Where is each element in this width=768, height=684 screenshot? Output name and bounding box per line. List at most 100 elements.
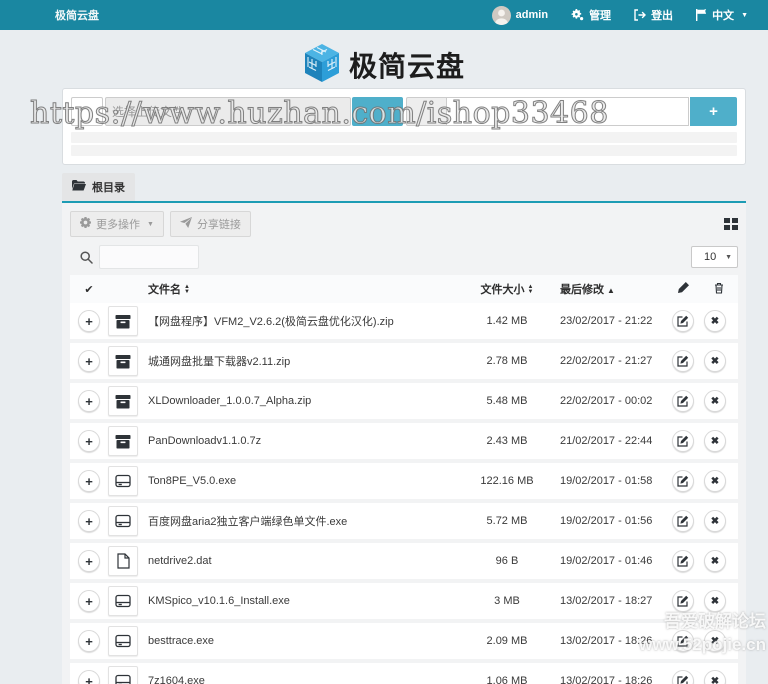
expand-row-button[interactable]: + — [78, 350, 100, 372]
file-type-button[interactable] — [108, 466, 138, 496]
expand-row-button[interactable]: + — [78, 630, 100, 652]
file-type-button[interactable] — [108, 386, 138, 416]
more-actions-button[interactable]: 更多操作 ▼ — [70, 211, 164, 237]
edit-file-button[interactable] — [672, 310, 694, 332]
close-icon: ✖ — [710, 555, 720, 567]
delete-file-button[interactable]: ✖ — [704, 470, 726, 492]
choose-files-button[interactable]: 选择上传文件 — [105, 97, 351, 126]
delete-file-button[interactable]: ✖ — [704, 630, 726, 652]
check-icon[interactable]: ✔ — [70, 283, 108, 296]
add-folder-button[interactable]: + — [690, 97, 737, 126]
file-modified: 21/02/2017 - 22:44 — [560, 435, 653, 447]
file-name-link[interactable]: PanDownloadv1.1.0.7z — [148, 435, 462, 447]
language-menu[interactable]: 中文 ▼ — [695, 7, 748, 23]
delete-file-button[interactable]: ✖ — [704, 350, 726, 372]
navbar-brand[interactable]: 极简云盘 — [55, 7, 99, 23]
edit-file-button[interactable] — [672, 590, 694, 612]
upload-counter-box — [71, 97, 103, 126]
file-type-button[interactable] — [108, 626, 138, 656]
file-name-link[interactable]: XLDownloader_1.0.0.7_Alpha.zip — [148, 395, 462, 407]
search-input[interactable] — [99, 245, 199, 269]
expand-row-button[interactable]: + — [78, 590, 100, 612]
close-icon: ✖ — [710, 395, 720, 407]
sort-icon: ▲ ▼ — [184, 284, 190, 296]
sort-asc-icon: ▲ — [607, 286, 615, 295]
send-icon — [179, 217, 192, 231]
upload-button[interactable] — [352, 97, 403, 126]
upload-queue-row — [71, 145, 737, 156]
file-modified: 22/02/2017 - 21:27 — [560, 355, 653, 367]
file-name-link[interactable]: netdrive2.dat — [148, 555, 462, 567]
edit-file-button[interactable] — [672, 470, 694, 492]
expand-row-button[interactable]: + — [78, 310, 100, 332]
expand-row-button[interactable]: + — [78, 510, 100, 532]
header-file-size[interactable]: 文件大小 ▲ ▼ — [462, 281, 552, 297]
upload-panel: 选择上传文件 + — [62, 88, 746, 165]
page-size-select[interactable]: 10 ▼ — [691, 246, 738, 268]
file-name-link[interactable]: 百度网盘aria2独立客户端绿色单文件.exe — [148, 513, 462, 529]
edit-file-button[interactable] — [672, 630, 694, 652]
drive-icon — [115, 514, 131, 528]
expand-row-button[interactable]: + — [78, 390, 100, 412]
file-name-link[interactable]: KMSpico_v10.1.6_Install.exe — [148, 595, 462, 607]
file-type-button[interactable] — [108, 306, 138, 336]
delete-file-button[interactable]: ✖ — [704, 390, 726, 412]
expand-row-button[interactable]: + — [78, 550, 100, 572]
manage-link[interactable]: 管理 — [570, 7, 611, 23]
file-type-button[interactable] — [108, 586, 138, 616]
delete-file-button[interactable]: ✖ — [704, 510, 726, 532]
file-name-link[interactable]: 城通网盘批量下载器v2.11.zip — [148, 353, 462, 369]
edit-file-button[interactable] — [672, 670, 694, 684]
new-folder-addon — [406, 97, 447, 126]
delete-file-button[interactable]: ✖ — [704, 550, 726, 572]
table-row: + besttrace.exe 2.09 MB 13/02/2017 - 18:… — [70, 623, 738, 659]
logout-icon — [633, 9, 647, 21]
header-file-name[interactable]: 文件名 ▲ ▼ — [148, 281, 462, 297]
search-icon — [80, 250, 93, 264]
delete-file-button[interactable]: ✖ — [704, 590, 726, 612]
table-row: + netdrive2.dat 96 B 19/02/2017 - 01:46 — [70, 543, 738, 579]
logo-section: 极简云盘 — [0, 30, 768, 88]
file-type-button[interactable] — [108, 546, 138, 576]
gears-icon — [570, 9, 584, 21]
file-type-button[interactable] — [108, 506, 138, 536]
archive-icon — [115, 394, 131, 409]
share-link-button[interactable]: 分享链接 — [169, 211, 251, 237]
file-size: 5.48 MB — [486, 395, 528, 407]
drive-icon — [115, 474, 131, 488]
file-icon — [116, 553, 130, 569]
file-name-link[interactable]: 7z1604.exe — [148, 675, 462, 684]
expand-row-button[interactable]: + — [78, 430, 100, 452]
archive-icon — [115, 434, 131, 449]
new-folder-input[interactable] — [447, 97, 689, 126]
edit-file-button[interactable] — [672, 550, 694, 572]
edit-file-button[interactable] — [672, 390, 694, 412]
delete-file-button[interactable]: ✖ — [704, 670, 726, 684]
file-name-link[interactable]: Ton8PE_V5.0.exe — [148, 475, 462, 487]
file-modified: 13/02/2017 - 18:26 — [560, 635, 653, 647]
tab-root-directory[interactable]: 根目录 — [62, 173, 135, 201]
edit-file-button[interactable] — [672, 510, 694, 532]
close-icon: ✖ — [710, 315, 720, 327]
file-name-link[interactable]: besttrace.exe — [148, 635, 462, 647]
manage-label: 管理 — [589, 10, 612, 22]
delete-file-button[interactable]: ✖ — [704, 430, 726, 452]
upload-queue — [71, 132, 737, 156]
file-name-link[interactable]: 【网盘程序】VFM2_V2.6.2(极简云盘优化汉化).zip — [148, 313, 462, 329]
expand-row-button[interactable]: + — [78, 670, 100, 684]
file-type-button[interactable] — [108, 666, 138, 684]
gear-icon — [80, 217, 91, 231]
expand-row-button[interactable]: + — [78, 470, 100, 492]
file-type-button[interactable] — [108, 346, 138, 376]
user-menu[interactable]: admin — [491, 5, 548, 25]
grid-view-icon[interactable] — [724, 218, 738, 230]
trash-icon — [714, 282, 724, 297]
close-icon: ✖ — [710, 475, 720, 487]
file-type-button[interactable] — [108, 426, 138, 456]
header-last-modified[interactable]: 最后修改 ▲ — [552, 281, 670, 297]
logout-link[interactable]: 登出 — [633, 7, 673, 23]
edit-file-button[interactable] — [672, 430, 694, 452]
file-size: 1.42 MB — [486, 315, 528, 327]
delete-file-button[interactable]: ✖ — [704, 310, 726, 332]
edit-file-button[interactable] — [672, 350, 694, 372]
